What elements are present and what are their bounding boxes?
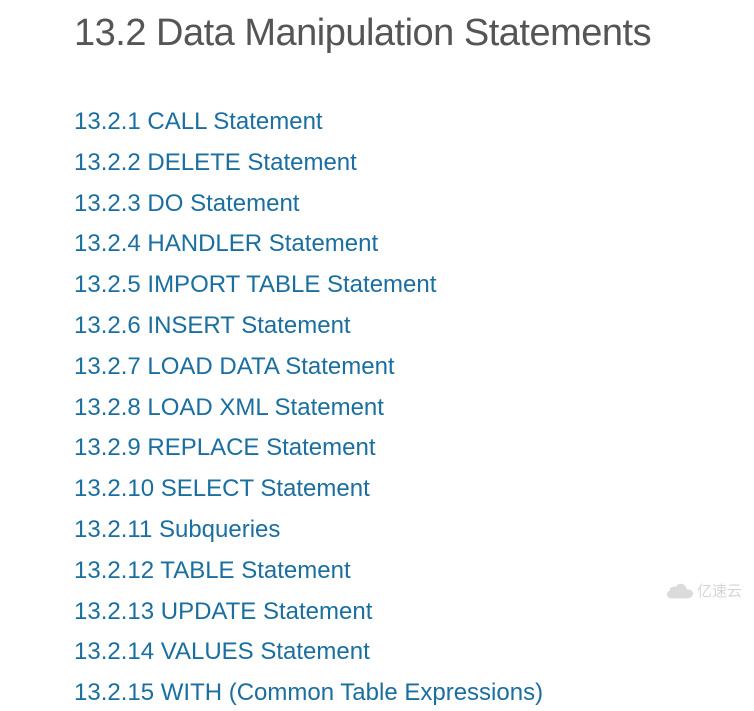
toc-link-replace[interactable]: 13.2.9 REPLACE Statement — [74, 434, 376, 461]
toc-link-select[interactable]: 13.2.10 SELECT Statement — [74, 475, 370, 502]
toc-item: 13.2.9 REPLACE Statement — [74, 431, 754, 466]
toc-item: 13.2.12 TABLE Statement — [74, 554, 754, 589]
toc-item: 13.2.11 Subqueries — [74, 513, 754, 548]
toc-link-import-table[interactable]: 13.2.5 IMPORT TABLE Statement — [74, 271, 436, 298]
toc-item: 13.2.15 WITH (Common Table Expressions) — [74, 676, 754, 711]
toc-link-handler[interactable]: 13.2.4 HANDLER Statement — [74, 230, 378, 257]
toc-item: 13.2.14 VALUES Statement — [74, 635, 754, 670]
toc-link-call[interactable]: 13.2.1 CALL Statement — [74, 108, 323, 135]
toc-link-with[interactable]: 13.2.15 WITH (Common Table Expressions) — [74, 679, 543, 706]
toc-item: 13.2.2 DELETE Statement — [74, 146, 754, 181]
toc-item: 13.2.10 SELECT Statement — [74, 472, 754, 507]
toc-item: 13.2.5 IMPORT TABLE Statement — [74, 268, 754, 303]
toc-item: 13.2.4 HANDLER Statement — [74, 227, 754, 262]
toc-item: 13.2.1 CALL Statement — [74, 105, 754, 140]
cloud-icon — [667, 582, 693, 600]
watermark-text: 亿速云 — [697, 580, 742, 601]
toc-link-values[interactable]: 13.2.14 VALUES Statement — [74, 638, 370, 665]
toc-item: 13.2.13 UPDATE Statement — [74, 595, 754, 630]
toc-item: 13.2.8 LOAD XML Statement — [74, 391, 754, 426]
watermark: 亿速云 — [667, 580, 742, 601]
toc-link-do[interactable]: 13.2.3 DO Statement — [74, 190, 299, 217]
page-title: 13.2 Data Manipulation Statements — [0, 0, 754, 55]
toc-link-delete[interactable]: 13.2.2 DELETE Statement — [74, 149, 357, 176]
toc-link-insert[interactable]: 13.2.6 INSERT Statement — [74, 312, 351, 339]
toc-link-table[interactable]: 13.2.12 TABLE Statement — [74, 557, 351, 584]
toc-item: 13.2.3 DO Statement — [74, 187, 754, 222]
toc-item: 13.2.6 INSERT Statement — [74, 309, 754, 344]
toc-item: 13.2.7 LOAD DATA Statement — [74, 350, 754, 385]
toc-link-load-xml[interactable]: 13.2.8 LOAD XML Statement — [74, 394, 384, 421]
toc-link-load-data[interactable]: 13.2.7 LOAD DATA Statement — [74, 353, 395, 380]
toc-list: 13.2.1 CALL Statement 13.2.2 DELETE Stat… — [0, 55, 754, 711]
toc-link-subqueries[interactable]: 13.2.11 Subqueries — [74, 516, 280, 543]
